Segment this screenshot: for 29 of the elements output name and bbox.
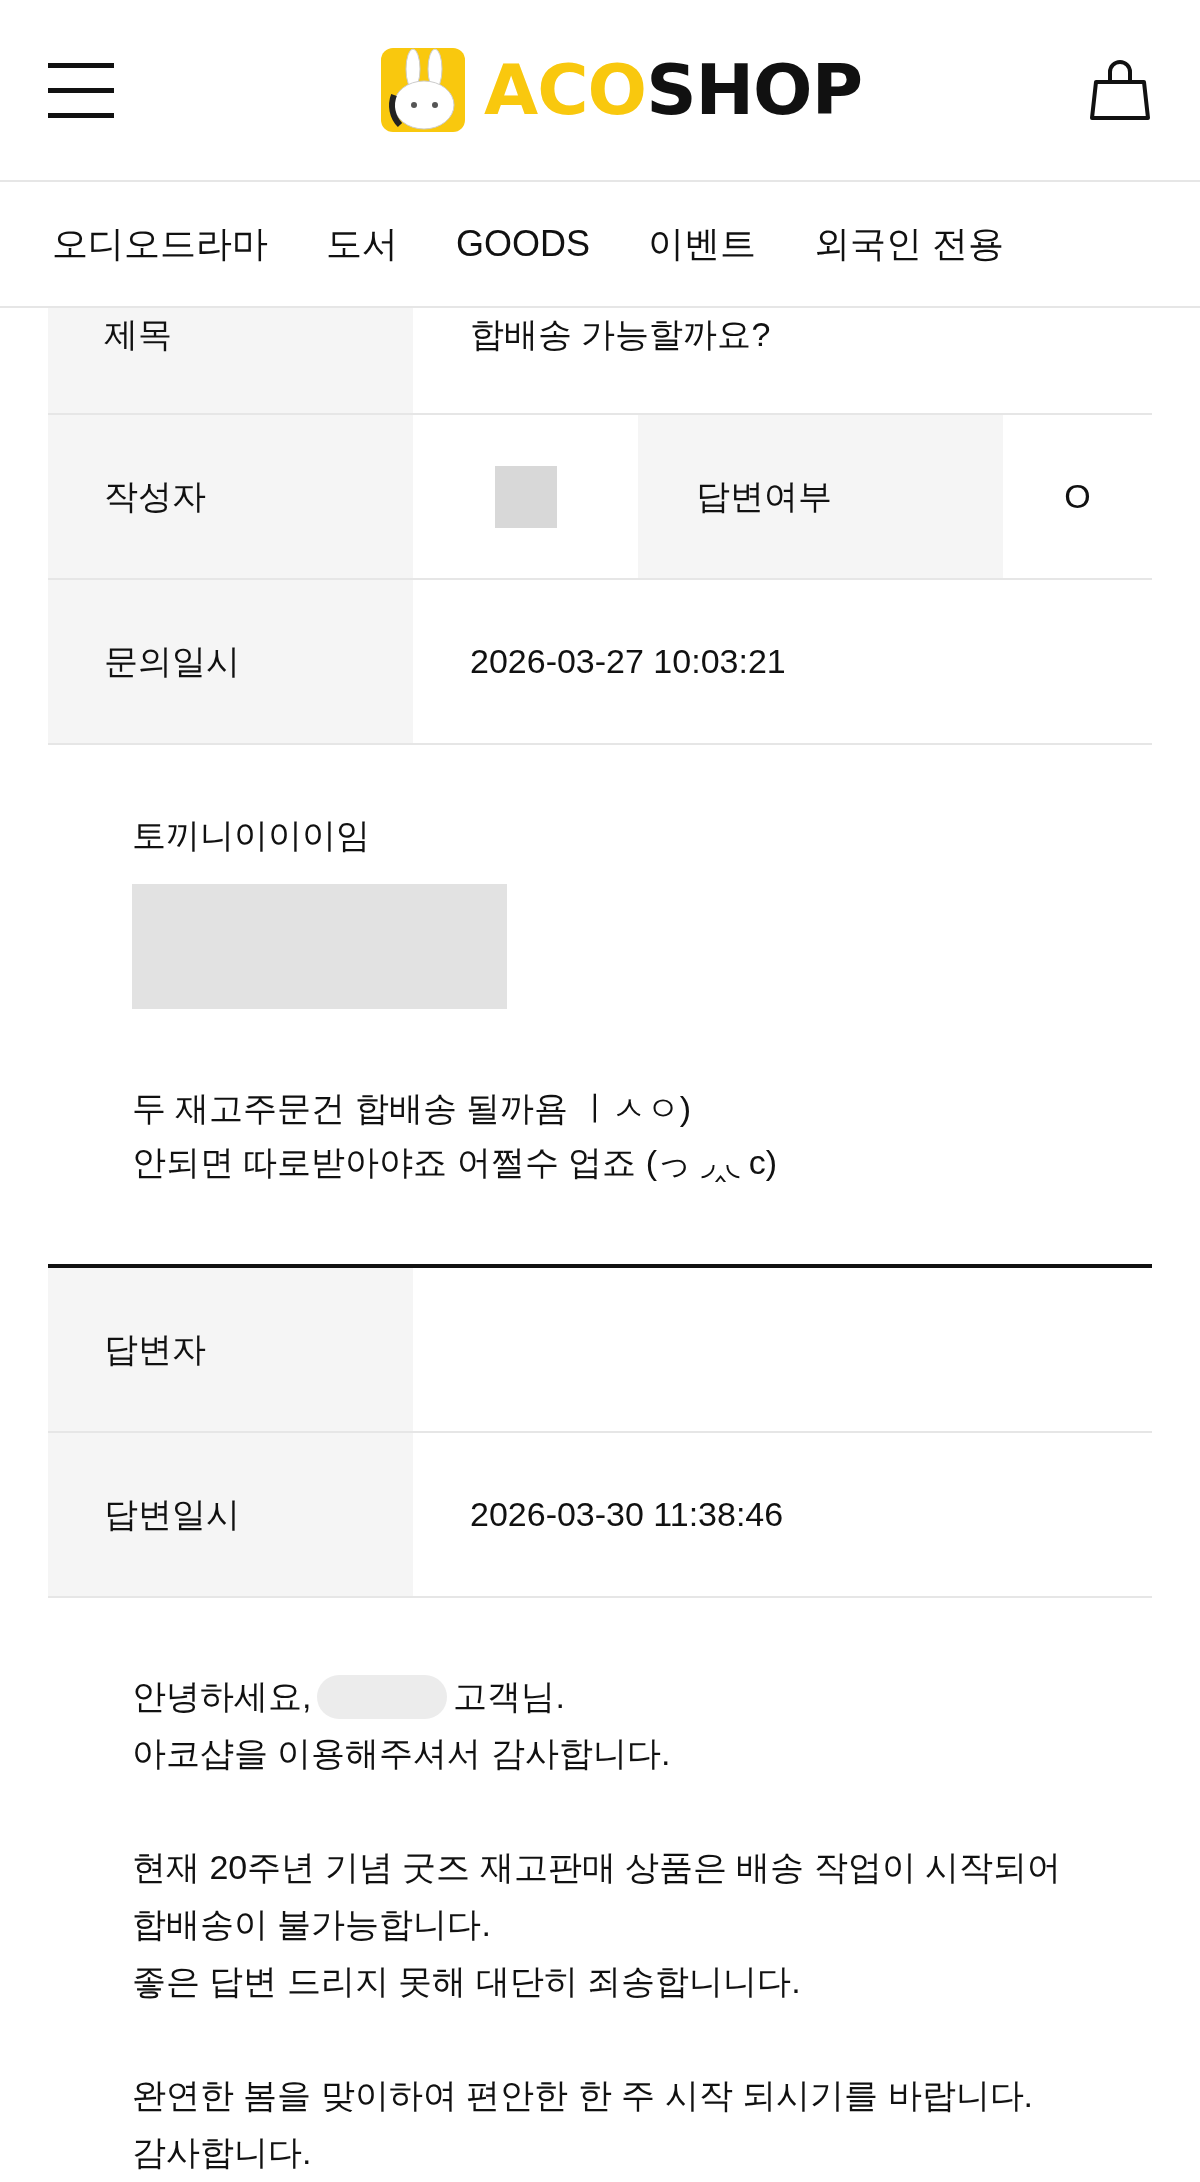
answer-text: 감사합니다. xyxy=(132,2132,312,2173)
logo-text[interactable]: ACOSHOP xyxy=(484,49,862,131)
rabbit-logo-icon[interactable] xyxy=(380,47,467,133)
nav-link[interactable]: 오디오드라마 xyxy=(52,219,268,269)
message-text: 토끼니이이이임 xyxy=(132,815,371,856)
nav-link[interactable]: 외국인 전용 xyxy=(814,219,1005,269)
answer-text: 좋은 답변 드리지 못해 대단히 죄송합니니다. xyxy=(132,1961,801,2002)
label-cell: 답변자 xyxy=(48,1268,413,1431)
answer-text: 아코샵을 이용해주셔서 감사합니다. xyxy=(132,1733,671,1774)
message-text: 두 재고주문건 합배송 될까욤 ㅣㅅㅇ) xyxy=(132,1088,693,1129)
answer-text: 완연한 봄을 맞이하여 편안한 한 주 시작 되시기를 바랍니다. xyxy=(132,2075,1034,2116)
nav-link[interactable]: 도서 xyxy=(326,219,398,269)
value-cell-text: O xyxy=(1063,476,1092,517)
message-text: 안되면 따로받아야죠 어쩔수 업죠 (っ ◞‸◟ c) xyxy=(132,1142,779,1184)
label-cell: 문의일시 xyxy=(48,580,413,743)
value-cell-text: 2026-03-27 10:03:21 xyxy=(469,641,787,682)
label-cell: 제목 xyxy=(48,308,413,413)
nav-link[interactable]: GOODS xyxy=(456,223,590,265)
shopping-bag-icon[interactable] xyxy=(1088,58,1152,122)
answer-text: 안녕하세요, xyxy=(132,1676,312,1717)
label-cell: 작성자 xyxy=(48,415,413,578)
answer-text: 고객님. xyxy=(453,1676,565,1717)
nav-link[interactable]: 이벤트 xyxy=(648,219,756,269)
value-cell-text: 2026-03-30 11:38:46 xyxy=(469,1494,785,1535)
label-cell: 답변여부 xyxy=(638,415,1003,578)
answer-text: 합배송이 불가능합니다. xyxy=(132,1904,491,1945)
label-cell: 답변일시 xyxy=(48,1433,413,1596)
answer-text: 현재 20주년 기념 굿즈 재고판매 상품은 배송 작업이 시작되어 xyxy=(132,1847,1062,1888)
value-cell-text: 합배송 가능할까요? xyxy=(469,314,772,355)
